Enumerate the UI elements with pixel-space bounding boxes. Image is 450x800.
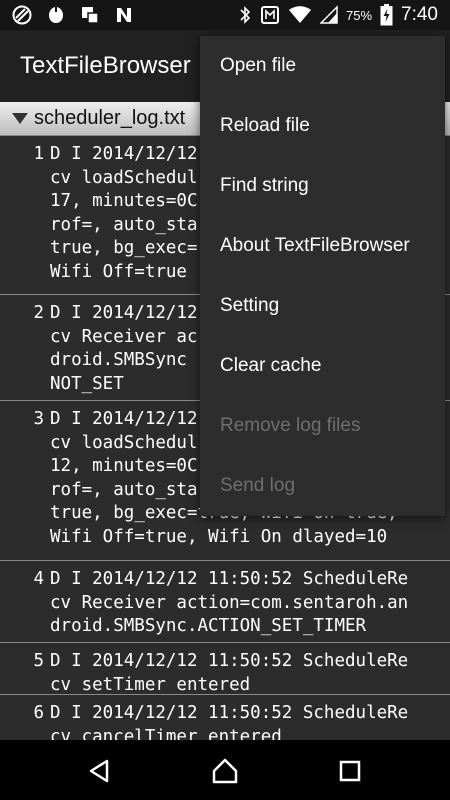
- recents-button[interactable]: [335, 756, 365, 786]
- menu-item-send-log: Send log: [220, 475, 296, 496]
- log-entry[interactable]: 6 D I 2014/12/12 11:50:52 ScheduleRe cv …: [0, 695, 450, 740]
- menu-item-about[interactable]: About TextFileBrowser: [200, 216, 445, 276]
- menu-item-find-string[interactable]: Find string: [200, 156, 445, 216]
- log-entry-number: 2: [33, 303, 44, 323]
- wifi-icon: [288, 5, 312, 25]
- battery-percent: 75%: [345, 7, 373, 23]
- battery-icon: [380, 4, 393, 26]
- home-button[interactable]: [210, 756, 240, 786]
- log-entry-number: 3: [33, 409, 44, 429]
- app-icon-3: [80, 5, 100, 25]
- log-entry[interactable]: 5 D I 2014/12/12 11:50:52 ScheduleRe cv …: [0, 643, 450, 695]
- nfc-icon: [260, 5, 280, 25]
- bluetooth-icon: [238, 5, 252, 25]
- app-icon-2: [46, 5, 66, 25]
- menu-item-remove-log-files: Remove log files: [220, 415, 361, 436]
- log-entry-text: D I 2014/12/12 11:50:52 ScheduleRe cv Re…: [50, 569, 409, 637]
- status-bar: 75% 7:40: [0, 0, 450, 30]
- log-entry-text: D I 2014/12/12 11:50:52 ScheduleRe cv ca…: [50, 703, 409, 740]
- log-entry-number: 6: [33, 703, 44, 723]
- home-icon: [212, 758, 238, 784]
- back-button[interactable]: [85, 756, 115, 786]
- clock: 7:40: [401, 4, 438, 25]
- menu-item-clear-cache[interactable]: Clear cache: [200, 336, 445, 396]
- log-entry[interactable]: 4 D I 2014/12/12 11:50:52 ScheduleRe cv …: [0, 561, 450, 643]
- navigation-bar: [0, 740, 450, 800]
- overflow-menu: Open file Reload file Find string About …: [200, 36, 445, 516]
- menu-item-setting[interactable]: Setting: [200, 276, 445, 336]
- app-title: TextFileBrowser: [20, 52, 191, 79]
- app-icon: [12, 5, 32, 25]
- log-entry-number: 5: [33, 651, 44, 671]
- collapse-triangle-icon[interactable]: [12, 113, 28, 124]
- system-status: 75% 7:40: [238, 4, 438, 26]
- log-entry-number: 4: [33, 569, 44, 589]
- app-icon-4: [114, 5, 134, 25]
- cellular-signal-icon: [319, 5, 338, 25]
- menu-item-reload-file[interactable]: Reload file: [200, 96, 445, 156]
- notification-icons: [12, 5, 134, 25]
- menu-item-open-file[interactable]: Open file: [200, 36, 445, 96]
- recents-icon: [339, 760, 361, 782]
- log-entry-text: D I 2014/12/12 11:50:52 ScheduleRe cv se…: [50, 651, 409, 695]
- log-entry-number: 1: [33, 144, 44, 164]
- back-icon: [89, 759, 109, 783]
- file-name: scheduler_log.txt: [34, 107, 186, 129]
